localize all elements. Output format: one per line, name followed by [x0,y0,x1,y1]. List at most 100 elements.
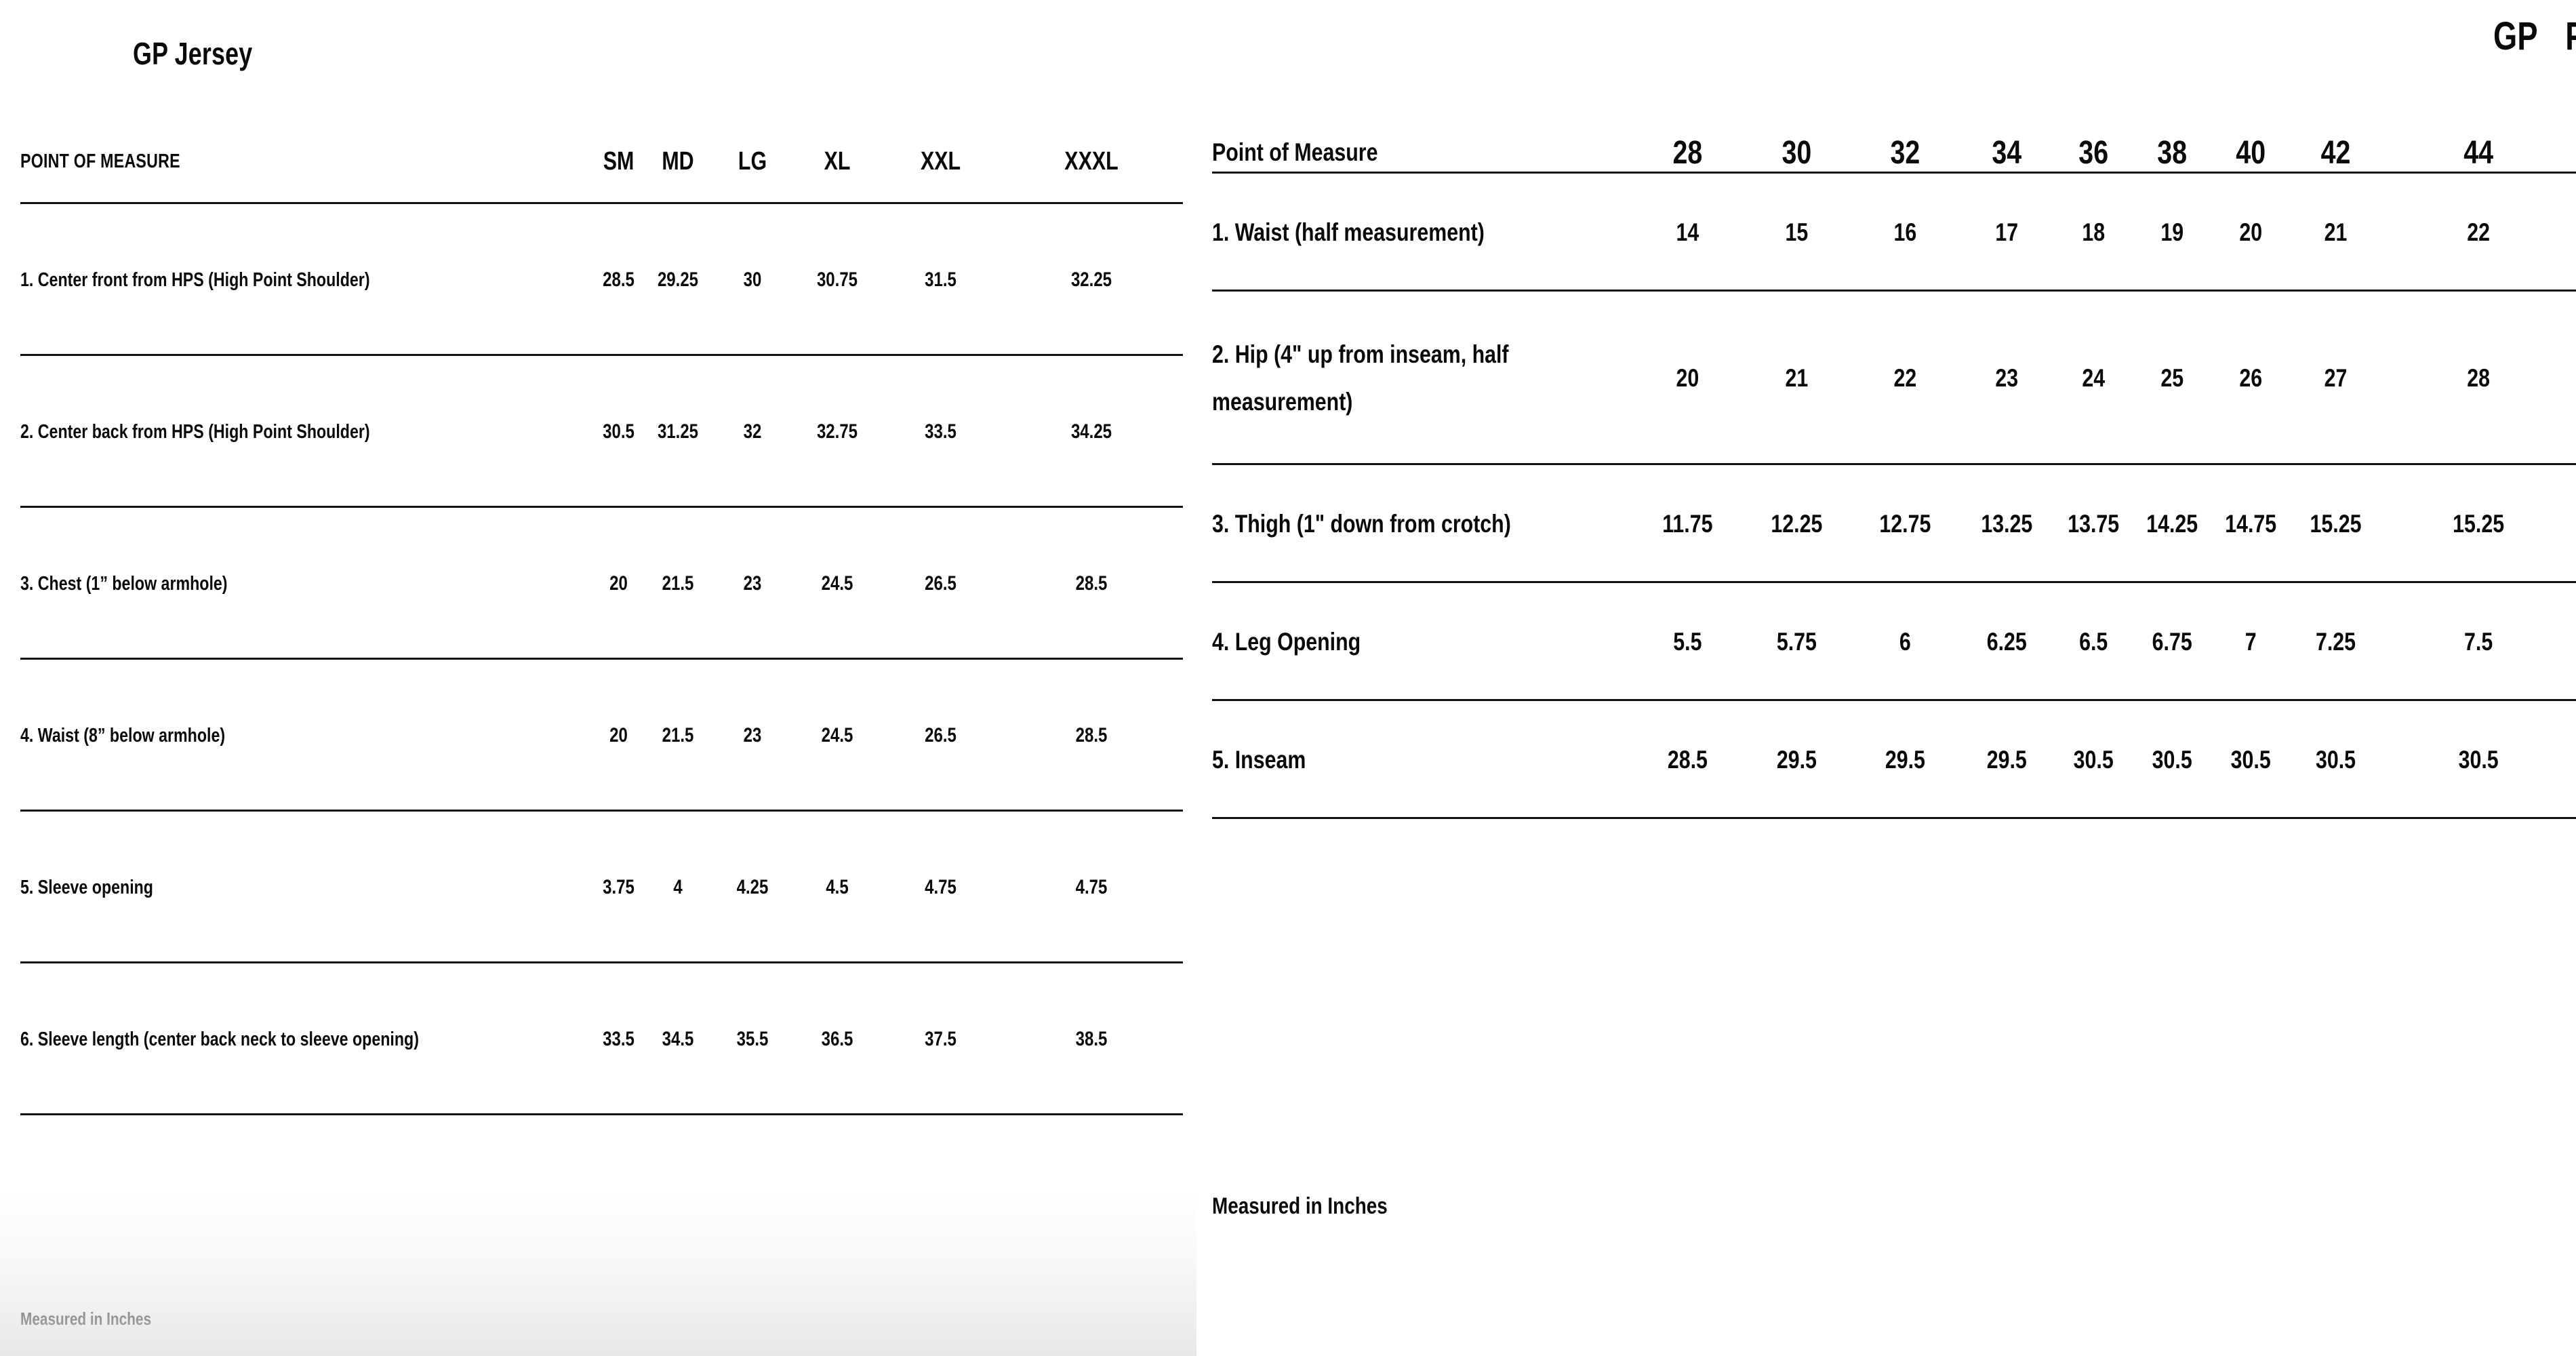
pant-row-label: 1. Waist (half measurement) [1212,218,1485,246]
pant-cell-value: 21 [1785,364,1808,392]
jersey-row-rule [20,1113,1183,1117]
jersey-cell-value: 33.5 [603,1028,635,1050]
table-row: 3. Chest (1” below armhole) 20 21.5 23 2… [20,510,1183,659]
table-row: 6. Sleeve length (center back neck to sl… [20,965,1183,1115]
pant-row-label: 4. Leg Opening [1212,627,1361,656]
jersey-cell-value: 21.5 [662,724,694,746]
pant-size-chart-panel: GP Pant Point of Measure 28 30 32 [1212,0,2576,1356]
jersey-cell-value: 4 [673,876,683,898]
pant-cell-value: 28 [2466,364,2490,392]
pant-size-header-28: 28 [1672,135,1703,171]
jersey-header-row: POINT OF MEASURE SM MD LG XL XXL XXXL [20,121,1183,203]
table-row: 5. Inseam 28.5 29.5 29.5 29.5 30.5 30.5 … [1212,703,2576,818]
jersey-row-label: 2. Center back from HPS (High Point Shou… [20,420,370,443]
panel-bottom-gradient [0,1193,1196,1356]
pant-cell-value: 7.25 [2315,628,2356,656]
table-row: 2. Hip (4" up from inseam, half measurem… [1212,294,2576,464]
pant-cell-value: 14.25 [2146,510,2198,538]
pant-chart-title: GP Pant [2493,14,2576,59]
pant-cell-value: 30.5 [2315,746,2356,774]
pant-cell-value: 7.5 [2463,628,2493,656]
pant-cell-value: 16 [1893,218,1917,246]
table-row: 3. Thigh (1" down from crotch) 11.75 12.… [1212,467,2576,582]
jersey-cell-value: 20 [609,572,628,595]
pant-cell-value: 20 [1676,364,1699,392]
jersey-size-header-xxxl: XXXL [1064,146,1119,176]
pant-cell-value: 24 [2081,364,2105,392]
pant-cell-value: 6.25 [1986,628,2027,656]
pant-cell-value: 12.75 [1879,510,1931,538]
jersey-row-label: 3. Chest (1” below armhole) [20,572,228,595]
jersey-table-head: POINT OF MEASURE SM MD LG XL XXL XXXL [20,121,1183,206]
pant-row-label: 2. Hip (4" up from inseam, half measurem… [1212,340,1509,416]
pant-size-header-34: 34 [1992,135,2022,171]
jersey-cell-value: 28.5 [603,268,635,291]
jersey-cell-value: 36.5 [821,1028,853,1050]
pant-row-label: 5. Inseam [1212,745,1306,774]
pant-size-header-38: 38 [2157,135,2188,171]
pant-cell-value: 30.5 [2152,746,2192,774]
jersey-cell-value: 34.25 [1070,420,1112,443]
jersey-size-chart-panel: GP Jersey POINT OF MEASURE SM MD LG XL X… [0,0,1200,1356]
pant-cell-value: 29.5 [1986,746,2027,774]
pant-cell-value: 5.75 [1776,628,1817,656]
pant-cell-value: 14.75 [2225,510,2277,538]
jersey-cell-value: 26.5 [925,724,957,746]
pant-cell-value: 30.5 [2230,746,2272,774]
pant-size-header-32: 32 [1890,135,1920,171]
table-row: 1. Center front from HPS (High Point Sho… [20,206,1183,355]
pant-cell-value: 6.75 [2152,628,2192,656]
jersey-row-label: 6. Sleeve length (center back neck to sl… [20,1028,419,1050]
pant-title-item: Pant [2565,14,2576,58]
pant-pom-header: Point of Measure [1212,138,1378,167]
jersey-row-label: 5. Sleeve opening [20,876,153,898]
pant-cell-value: 23 [1995,364,2019,392]
jersey-cell-value: 30 [743,268,762,291]
jersey-size-header-md: MD [662,146,694,176]
table-row: 2. Center back from HPS (High Point Shou… [20,358,1183,507]
jersey-cell-value: 4.75 [925,876,957,898]
pant-size-header-44: 44 [2463,135,2493,171]
pant-cell-value: 13.75 [2067,510,2119,538]
pant-cell-value: 19 [2160,218,2184,246]
pant-table-body: 1. Waist (half measurement) 14 15 16 17 … [1212,176,2576,821]
pant-cell-value: 26 [2239,364,2263,392]
pant-size-header-30: 30 [1781,135,1811,171]
jersey-size-header-sm: SM [603,146,635,176]
pant-cell-value: 30.5 [2073,746,2114,774]
pant-cell-value: 18 [2081,218,2105,246]
jersey-cell-value: 32.75 [816,420,858,443]
jersey-cell-value: 24.5 [821,572,853,595]
jersey-cell-value: 32.25 [1070,268,1112,291]
jersey-cell-value: 26.5 [925,572,957,595]
jersey-cell-value: 4.75 [1075,876,1108,898]
pant-row-label: 3. Thigh (1" down from crotch) [1212,509,1511,538]
pant-cell-value: 13.25 [1981,510,2033,538]
jersey-cell-value: 24.5 [821,724,853,746]
pant-cell-value: 21 [2324,218,2348,246]
pant-cell-value: 27 [2324,364,2348,392]
jersey-cell-value: 28.5 [1075,572,1108,595]
jersey-cell-value: 21.5 [662,572,694,595]
jersey-cell-value: 37.5 [925,1028,957,1050]
pant-title-brand: GP [2493,14,2538,58]
pant-cell-value: 11.75 [1662,510,1713,538]
size-chart-page: GP Jersey POINT OF MEASURE SM MD LG XL X… [0,0,2576,1356]
jersey-cell-value: 30.75 [816,268,858,291]
jersey-row-label: 1. Center front from HPS (High Point Sho… [20,268,370,291]
pant-cell-value: 29.5 [1776,746,1817,774]
jersey-cell-value: 30.5 [603,420,635,443]
table-row: 1. Waist (half measurement) 14 15 16 17 … [1212,176,2576,291]
jersey-row-label: 4. Waist (8” below armhole) [20,724,226,746]
table-row: 5. Sleeve opening 3.75 4 4.25 4.5 4.75 4… [20,814,1183,963]
pant-cell-value: 5.5 [1673,628,1702,656]
jersey-size-header-xl: XL [824,146,851,176]
jersey-table-body: 1. Center front from HPS (High Point Sho… [20,206,1183,1117]
jersey-cell-value: 38.5 [1075,1028,1108,1050]
jersey-size-header-xxl: XXL [920,146,961,176]
jersey-cell-value: 33.5 [925,420,957,443]
jersey-cell-value: 4.25 [736,876,769,898]
table-row: 4. Leg Opening 5.5 5.75 6 6.25 6.5 6.75 … [1212,585,2576,700]
jersey-cell-value: 31.25 [657,420,699,443]
pant-cell-value: 17 [1995,218,2019,246]
